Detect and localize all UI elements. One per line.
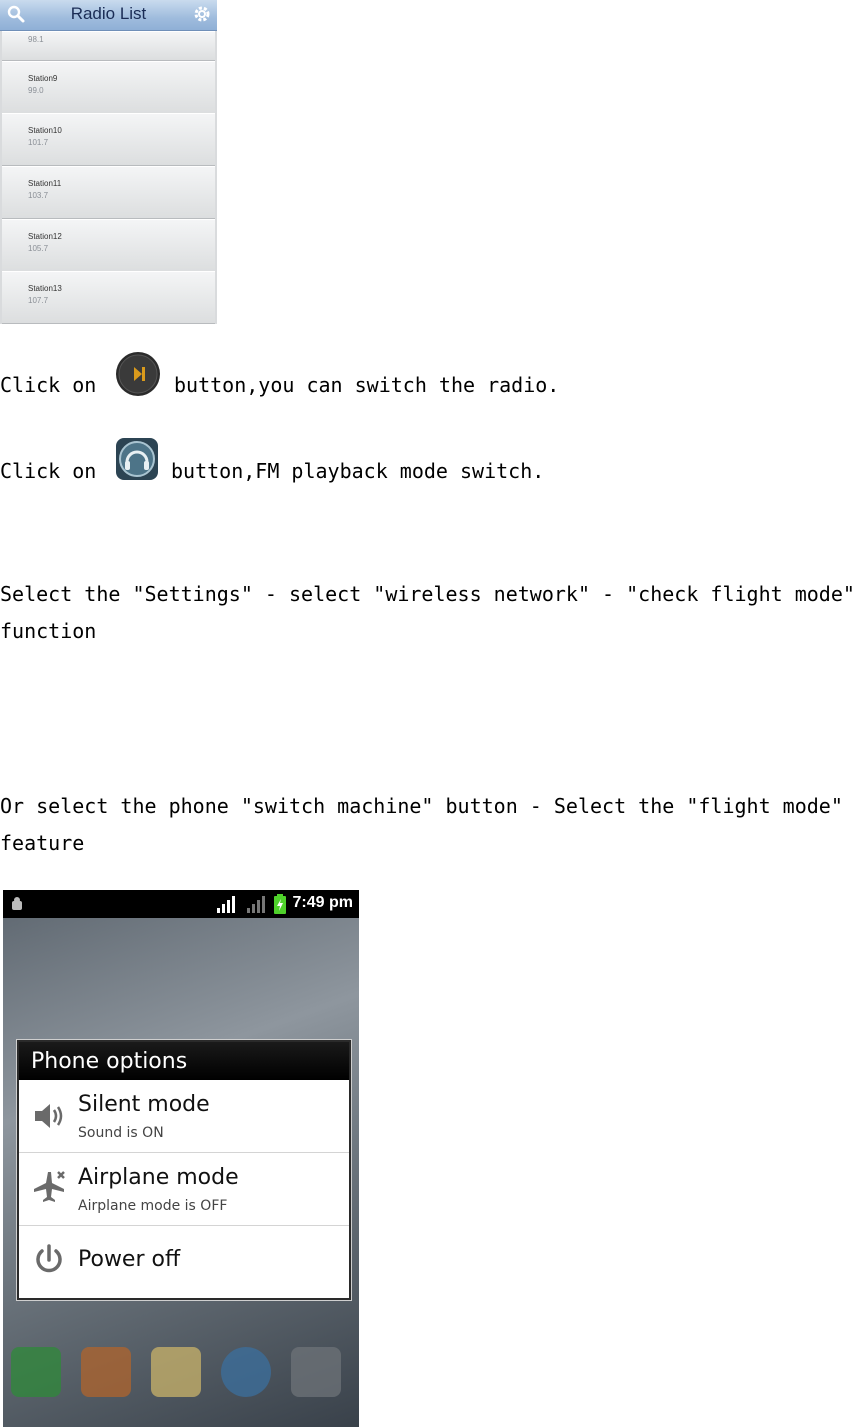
instruction-line-1-prefix: Click on xyxy=(0,373,97,397)
station-name: Station11 xyxy=(28,179,62,188)
next-station-button-icon xyxy=(116,352,160,396)
station-name: Station13 xyxy=(28,284,62,293)
dialog-title-bar: Phone options xyxy=(19,1042,349,1080)
station-frequency: 103.7 xyxy=(28,191,49,200)
switch-machine-instruction-line-2: feature xyxy=(0,831,85,855)
radio-list-screenshot: Radio List 98.1 Station9 99.0 Station10 … xyxy=(0,0,217,324)
status-bar: 7:49 pm xyxy=(3,890,359,918)
headphone-mode-button-icon xyxy=(116,438,158,480)
station-frequency: 105.7 xyxy=(28,244,49,253)
station-name: Station9 xyxy=(28,74,58,83)
second-signal-icon xyxy=(247,896,265,913)
phone-options-screenshot: 7:49 pm Phone options Silent mode Sound … xyxy=(3,890,359,1427)
station-row-partial[interactable]: 98.1 xyxy=(2,31,215,61)
phone-options-dialog: Phone options Silent mode Sound is ON Ai… xyxy=(17,1040,351,1300)
instruction-line-2-prefix: Click on xyxy=(0,459,97,483)
station-row[interactable]: Station10 101.7 xyxy=(2,113,215,166)
station-frequency: 107.7 xyxy=(28,296,49,305)
power-icon xyxy=(36,1244,62,1273)
app-drawer-icon[interactable] xyxy=(291,1347,341,1397)
option-title: Power off xyxy=(78,1247,181,1272)
switch-machine-instruction-line-1: Or select the phone "switch machine" but… xyxy=(0,794,843,818)
station-row[interactable]: Station12 105.7 xyxy=(2,219,215,272)
flight-mode-instruction-line-1: Select the "Settings" - select "wireless… xyxy=(0,582,855,606)
option-subtitle: Airplane mode is OFF xyxy=(78,1198,228,1214)
option-airplane-mode[interactable]: Airplane mode Airplane mode is OFF xyxy=(19,1153,349,1226)
speaker-icon xyxy=(35,1104,63,1128)
browser-app-icon[interactable] xyxy=(221,1347,271,1397)
option-subtitle: Sound is ON xyxy=(78,1125,164,1141)
radio-list-title: Radio List xyxy=(70,4,147,23)
station-name: Station10 xyxy=(28,126,62,135)
dialog-title: Phone options xyxy=(31,1049,188,1074)
station-frequency: 101.7 xyxy=(28,138,49,147)
battery-icon xyxy=(274,894,286,914)
station-row[interactable]: Station9 99.0 xyxy=(2,61,215,114)
status-time: 7:49 pm xyxy=(292,894,353,911)
gear-icon[interactable] xyxy=(192,4,212,24)
messaging-app-icon[interactable] xyxy=(151,1347,201,1397)
station-row[interactable]: Station13 107.7 xyxy=(2,271,215,324)
option-title: Airplane mode xyxy=(78,1165,239,1190)
station-frequency: 99.0 xyxy=(28,86,44,95)
radio-list-header: Radio List xyxy=(0,0,217,31)
instruction-line-1-suffix: button,you can switch the radio. xyxy=(174,373,560,397)
phone-app-icon[interactable] xyxy=(11,1347,61,1397)
station-name: Station12 xyxy=(28,232,62,241)
station-frequency: 98.1 xyxy=(28,35,44,44)
home-dock xyxy=(3,1307,359,1427)
instruction-line-2-suffix: button,FM playback mode switch. xyxy=(171,459,545,483)
signal-strength-icon xyxy=(217,896,235,913)
station-row[interactable]: Station11 103.7 xyxy=(2,166,215,219)
option-power-off[interactable]: Power off xyxy=(19,1226,349,1296)
flight-mode-instruction-line-2: function xyxy=(0,619,97,643)
option-silent-mode[interactable]: Silent mode Sound is ON xyxy=(19,1080,349,1153)
option-title: Silent mode xyxy=(78,1092,210,1117)
android-debug-icon xyxy=(12,897,22,910)
contacts-app-icon[interactable] xyxy=(81,1347,131,1397)
airplane-icon xyxy=(34,1171,65,1202)
